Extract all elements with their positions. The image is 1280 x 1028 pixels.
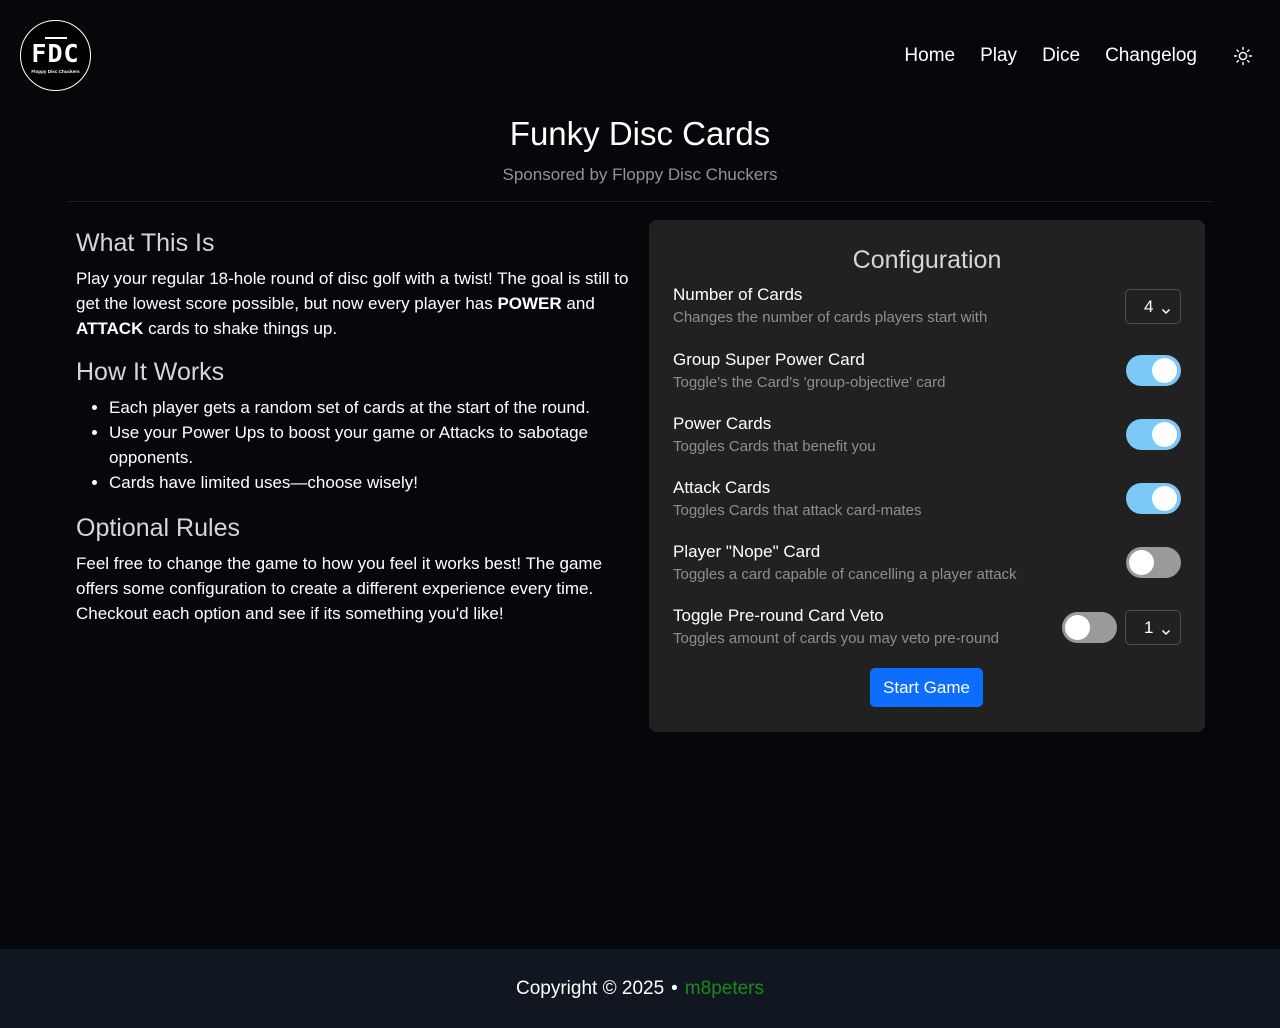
toggle-knob	[1129, 550, 1154, 575]
select-value: 1	[1144, 617, 1154, 637]
option-preround-veto: Toggle Pre-round Card Veto Toggles amoun…	[673, 605, 1181, 655]
toggle-knob	[1065, 615, 1090, 640]
option-label: Number of Cards	[673, 285, 803, 304]
option-desc: Toggles Cards that benefit you	[673, 438, 876, 455]
option-control: 1	[1062, 610, 1181, 645]
copyright-text: Copyright © 2025	[516, 977, 665, 999]
title-block: Funky Disc Cards Sponsored by Floppy Dis…	[68, 112, 1212, 202]
configuration-panel: Configuration Number of Cards Changes th…	[649, 220, 1205, 732]
nav-play[interactable]: Play	[980, 42, 1017, 70]
option-control	[1126, 355, 1181, 386]
rules-text: Feel free to change the game to how you …	[76, 554, 603, 623]
fdc-logo[interactable]: FDC Floppy Disc Chuckers	[20, 20, 91, 91]
author-link[interactable]: m8peters	[685, 978, 764, 1000]
nav-home[interactable]: Home	[904, 42, 955, 70]
attack-keyword: ATTACK	[76, 319, 144, 338]
nav-changelog[interactable]: Changelog	[1105, 42, 1197, 70]
option-attack-cards: Attack Cards Toggles Cards that attack c…	[673, 477, 1181, 527]
sun-icon[interactable]	[1233, 46, 1253, 66]
option-label: Power Cards	[673, 414, 772, 433]
power-keyword: POWER	[497, 294, 562, 313]
group-super-power-toggle[interactable]	[1126, 355, 1181, 386]
rules-heading: Optional Rules	[76, 514, 240, 542]
nav-dice[interactable]: Dice	[1042, 42, 1080, 70]
power-cards-toggle[interactable]	[1126, 419, 1181, 450]
config-title: Configuration	[852, 246, 1002, 274]
logo-subtext: Floppy Disc Chuckers	[31, 68, 80, 74]
nope-card-toggle[interactable]	[1126, 547, 1181, 578]
page-subtitle: Sponsored by Floppy Disc Chuckers	[502, 165, 778, 184]
list-item: Cards have limited uses—choose wisely!	[109, 470, 636, 495]
option-desc: Changes the number of cards players star…	[673, 309, 988, 326]
option-label: Attack Cards	[673, 478, 771, 497]
footer: Copyright © 2025 • m8peters	[0, 949, 1280, 1028]
chevron-down-icon	[1161, 622, 1171, 642]
start-game-button[interactable]: Start Game	[870, 668, 983, 707]
what-text: Play your regular 18-hole round of disc …	[76, 266, 636, 341]
option-control	[1126, 419, 1181, 450]
toggle-knob	[1152, 422, 1177, 447]
toggle-knob	[1152, 486, 1177, 511]
header: FDC Floppy Disc Chuckers Home Play Dice …	[0, 0, 1280, 112]
option-control: 4	[1125, 289, 1181, 324]
what-heading: What This Is	[76, 229, 215, 257]
how-list: Each player gets a random set of cards a…	[76, 395, 636, 495]
what-text-part: and	[561, 294, 595, 313]
main-nav: Home Play Dice Changelog	[904, 42, 1280, 70]
option-desc: Toggles a card capable of cancelling a p…	[673, 566, 1017, 583]
cards-count-select[interactable]: 4	[1125, 289, 1181, 324]
option-label: Player "Nope" Card	[673, 542, 821, 561]
logo-text: FDC	[31, 38, 80, 68]
option-desc: Toggles Cards that attack card-mates	[673, 502, 922, 519]
option-number-of-cards: Number of Cards Changes the number of ca…	[673, 284, 1181, 334]
toggle-knob	[1152, 358, 1177, 383]
list-item: Each player gets a random set of cards a…	[109, 395, 636, 420]
option-label: Group Super Power Card	[673, 350, 865, 369]
preround-veto-toggle[interactable]	[1062, 612, 1117, 643]
how-heading: How It Works	[76, 358, 225, 386]
attack-cards-toggle[interactable]	[1126, 483, 1181, 514]
option-control	[1126, 547, 1181, 578]
footer-separator: •	[671, 977, 678, 999]
option-desc: Toggle's the Card's 'group-objective' ca…	[673, 374, 946, 391]
chevron-down-icon	[1161, 301, 1171, 321]
option-group-super-power: Group Super Power Card Toggle's the Card…	[673, 349, 1181, 399]
option-control	[1126, 483, 1181, 514]
info-column: What This Is Play your regular 18-hole r…	[76, 226, 636, 640]
select-value: 4	[1144, 296, 1154, 316]
what-text-part: cards to shake things up.	[143, 319, 338, 338]
option-power-cards: Power Cards Toggles Cards that benefit y…	[673, 413, 1181, 463]
option-nope-card: Player "Nope" Card Toggles a card capabl…	[673, 541, 1181, 591]
list-item: Use your Power Ups to boost your game or…	[109, 420, 636, 470]
page-title: Funky Disc Cards	[509, 115, 771, 152]
veto-count-select[interactable]: 1	[1125, 610, 1181, 645]
